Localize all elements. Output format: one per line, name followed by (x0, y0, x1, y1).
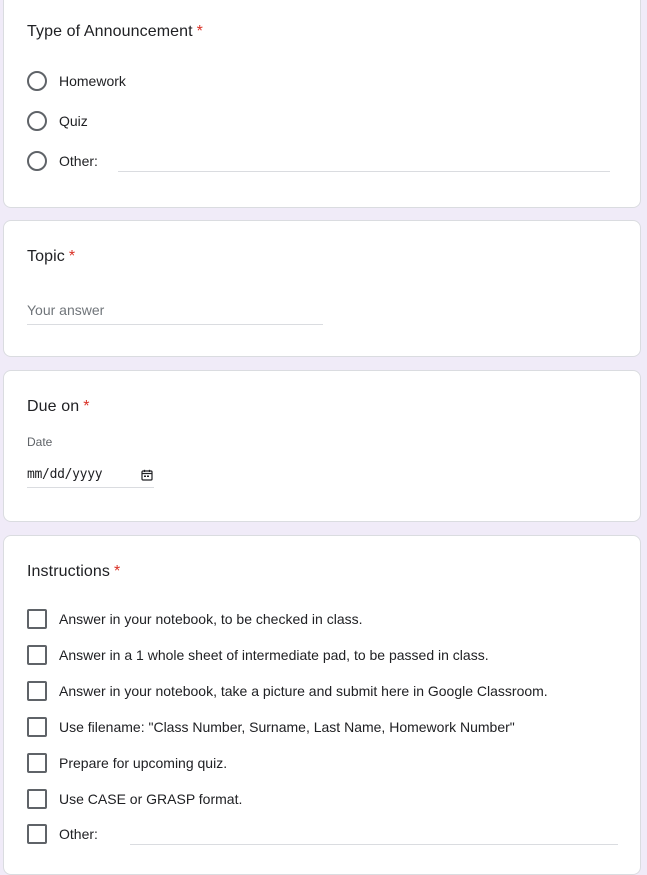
checkbox-option-label: Answer in your notebook, take a picture … (59, 683, 548, 699)
checkbox-option[interactable]: Answer in your notebook, to be checked i… (27, 607, 363, 631)
radio-option-other[interactable]: Other: (27, 149, 98, 173)
radio-option-quiz[interactable]: Quiz (27, 109, 88, 133)
question-title: Type of Announcement * (27, 23, 203, 41)
question-card-announcement-type: Type of Announcement * Homework Quiz Othe… (3, 0, 641, 208)
topic-answer-input[interactable] (27, 295, 323, 325)
radio-button[interactable] (27, 151, 47, 171)
radio-button[interactable] (27, 111, 47, 131)
question-card-topic: Topic * (3, 220, 641, 357)
question-title-text: Instructions (27, 563, 111, 580)
question-card-due-on: Due on * Date mm/dd/yyyy (3, 370, 641, 522)
question-title-text: Due on (27, 398, 80, 415)
checkbox-option-label: Use filename: "Class Number, Surname, La… (59, 719, 515, 735)
checkbox-option[interactable]: Use CASE or GRASP format. (27, 787, 242, 811)
required-asterisk: * (68, 248, 76, 265)
checkbox-option-label: Other: (59, 826, 98, 842)
radio-option-label: Quiz (59, 113, 88, 129)
checkbox-option[interactable]: Answer in a 1 whole sheet of intermediat… (27, 643, 489, 667)
radio-option-label: Homework (59, 73, 126, 89)
question-title-text: Type of Announcement (27, 23, 193, 40)
question-title-text: Topic (27, 248, 65, 265)
required-asterisk: * (196, 23, 203, 40)
checkbox[interactable] (27, 681, 47, 701)
checkbox[interactable] (27, 753, 47, 773)
checkbox-option-label: Prepare for upcoming quiz. (59, 755, 228, 771)
other-text-input[interactable] (118, 171, 610, 172)
checkbox[interactable] (27, 789, 47, 809)
checkbox[interactable] (27, 609, 47, 629)
calendar-icon[interactable] (141, 468, 153, 486)
date-input[interactable]: mm/dd/yyyy (27, 461, 154, 488)
checkbox-option-label: Use CASE or GRASP format. (59, 791, 243, 807)
checkbox[interactable] (27, 717, 47, 737)
checkbox-option-other[interactable]: Other: (27, 822, 98, 846)
checkbox-option[interactable]: Prepare for upcoming quiz. (27, 751, 227, 775)
question-title: Instructions * (27, 563, 120, 581)
other-text-input[interactable] (130, 844, 618, 845)
checkbox-option-label: Answer in your notebook, to be checked i… (59, 611, 363, 627)
checkbox-option[interactable]: Use filename: "Class Number, Surname, La… (27, 715, 515, 739)
question-title: Topic * (27, 248, 75, 266)
question-card-instructions: Instructions * Answer in your notebook, t… (3, 535, 641, 875)
date-field-label: Date (27, 435, 53, 449)
required-asterisk: * (114, 563, 121, 580)
checkbox[interactable] (27, 645, 47, 665)
question-title: Due on * (27, 398, 90, 416)
checkbox-option-label: Answer in a 1 whole sheet of intermediat… (59, 647, 489, 663)
checkbox[interactable] (27, 824, 47, 844)
radio-option-label: Other: (59, 153, 98, 169)
date-placeholder: mm/dd/yyyy (27, 467, 103, 482)
required-asterisk: * (83, 398, 90, 415)
radio-button[interactable] (27, 71, 47, 91)
radio-option-homework[interactable]: Homework (27, 69, 126, 93)
checkbox-option[interactable]: Answer in your notebook, take a picture … (27, 679, 548, 703)
